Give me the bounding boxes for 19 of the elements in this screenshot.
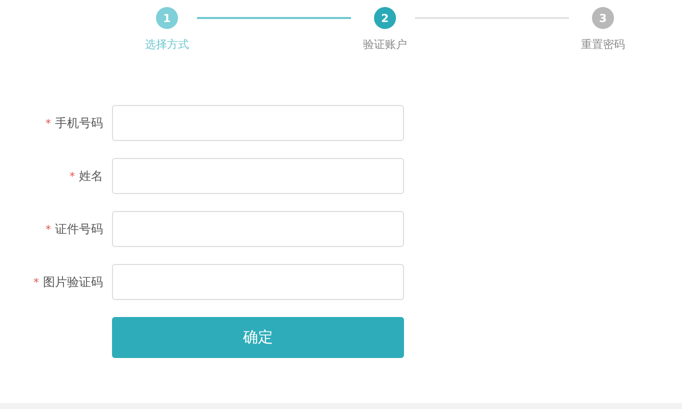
step-number: 1 [156, 7, 178, 29]
field-label: 姓名 [79, 168, 103, 184]
required-marker: * [70, 170, 75, 182]
field-label: 手机号码 [55, 114, 103, 132]
confirm-button[interactable]: 确定 [112, 317, 404, 358]
input-field[interactable] [112, 211, 404, 247]
step-label: 选择方式 [145, 37, 189, 52]
required-marker: * [46, 222, 51, 236]
step-label: 重置密码 [581, 37, 625, 52]
field-label: 图片验证码 [43, 274, 103, 290]
input-field[interactable] [112, 264, 404, 300]
input-field[interactable] [112, 105, 404, 141]
step-number: 2 [374, 7, 396, 29]
step-number: 3 [592, 7, 614, 29]
input-field[interactable] [112, 158, 404, 194]
step-label: 验证账户 [363, 37, 407, 52]
required-marker: * [46, 116, 51, 130]
field-label: 证件号码 [55, 220, 103, 238]
required-marker: * [34, 276, 39, 288]
